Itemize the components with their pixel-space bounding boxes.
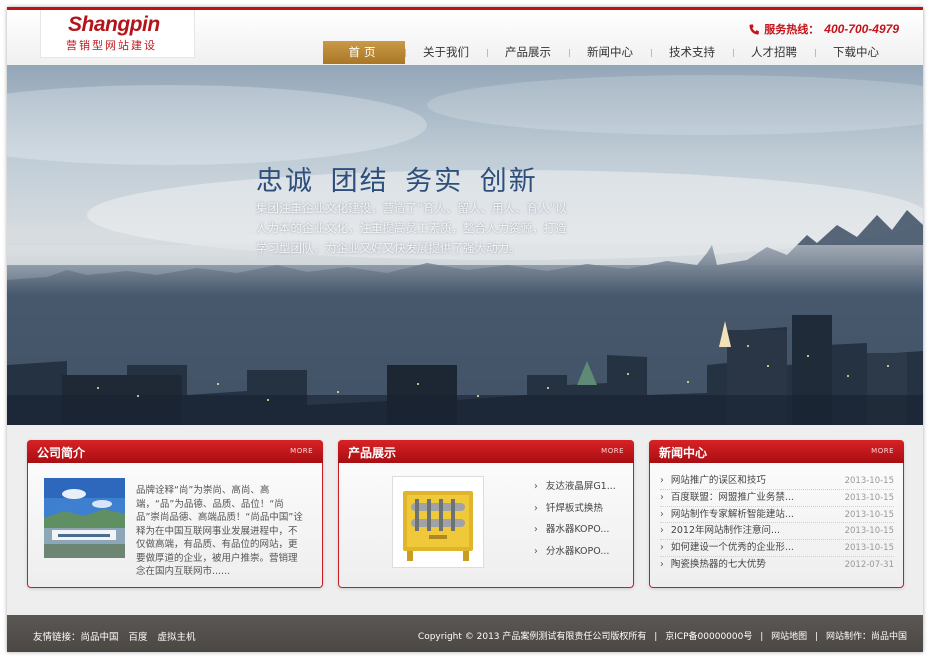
news-box: 新闻中心 MORE 网站推广的误区和技巧 2013-10-15 百度联盟：网盟推… — [649, 440, 904, 588]
nav-item-about[interactable]: 关于我们 — [405, 41, 487, 64]
friend-links: 友情链接： 尚品中国 百度 虚拟主机 — [33, 629, 196, 643]
banner-description: 集团注重企业文化建设，营造了“育人、留人、用人、育人”以人为本的企业文化，注重提… — [256, 201, 567, 255]
news-item-date: 2013-10-15 — [844, 509, 894, 520]
news-item-title[interactable]: 网站制作专家解析智能建站... — [660, 507, 794, 523]
icp-number[interactable]: 京ICP备00000000号 — [665, 632, 752, 642]
products-box-header: 产品展示 MORE — [338, 440, 634, 463]
divider: | — [654, 632, 658, 642]
hero-banner: 忠诚 团结 务实 创新 集团注重企业文化建设，营造了“育人、留人、用人、育人”以… — [7, 65, 923, 425]
logo-tagline: 营销型网站建设 — [66, 39, 157, 52]
news-item[interactable]: 网站制作专家解析智能建站... 2013-10-15 — [660, 507, 894, 524]
nav-item-support[interactable]: 技术支持 — [651, 41, 733, 64]
banner-slogan: 忠诚 团结 务实 创新 — [256, 166, 538, 197]
site-maker-link[interactable]: 网站制作：尚品中国 — [826, 632, 907, 642]
copyright: Copyright © 2013 产品案例测试有限责任公司版权所有 | 京ICP… — [418, 629, 907, 642]
product-photo[interactable] — [392, 476, 484, 568]
nav-item-careers[interactable]: 人才招聘 — [733, 41, 815, 64]
products-more-link[interactable]: MORE — [601, 447, 624, 455]
friend-link[interactable]: 百度 — [129, 629, 148, 643]
news-title: 新闻中心 — [659, 446, 708, 460]
products-box: 产品展示 MORE 友达液 — [338, 440, 634, 588]
intro-text: 品牌诠释“尚”为崇尚、高尚、高端，“品”为品德、品质、品位！“尚品”崇尚品德、高… — [136, 485, 303, 577]
intro-box-header: 公司简介 MORE — [27, 440, 323, 463]
product-item[interactable]: 分水器KOPO... — [534, 545, 616, 567]
product-list: 友达液晶屏G1... 钎焊板式换热 器水器KOPO... 分水器KOPO... — [534, 480, 616, 566]
news-item[interactable]: 如何建设一个优秀的企业形... 2013-10-15 — [660, 540, 894, 557]
news-item[interactable]: 百度联盟：网盟推广业务禁... 2013-10-15 — [660, 490, 894, 507]
divider: | — [760, 632, 764, 642]
news-item-date: 2013-10-15 — [844, 543, 894, 554]
nav-item-home[interactable]: 首页 — [323, 41, 405, 64]
nav-item-products[interactable]: 产品展示 — [487, 41, 569, 64]
page-frame: Shangpin 营销型网站建设 服务热线： 400-700-4979 首页 关… — [7, 7, 923, 652]
news-box-header: 新闻中心 MORE — [649, 440, 904, 463]
news-item-date: 2012-07-31 — [844, 559, 894, 570]
site-header: Shangpin 营销型网站建设 服务热线： 400-700-4979 首页 关… — [7, 10, 923, 65]
intro-more-link[interactable]: MORE — [290, 447, 313, 455]
content-area: 公司简介 MORE 品牌诠释“尚”为崇尚、高尚、高端，“品”为品德、品质、品位！… — [7, 425, 923, 615]
site-logo[interactable]: Shangpin 营销型网站建设 — [40, 10, 195, 58]
news-item-title[interactable]: 网站推广的误区和技巧 — [660, 473, 766, 489]
product-item[interactable]: 友达液晶屏G1... — [534, 480, 616, 502]
company-photo[interactable] — [44, 478, 125, 558]
logo-wordmark: Shangpin — [68, 13, 160, 36]
friend-link[interactable]: 尚品中国 — [81, 629, 119, 643]
hotline: 服务热线： 400-700-4979 — [749, 21, 899, 37]
nav-item-downloads[interactable]: 下载中心 — [815, 41, 897, 64]
news-item-date: 2013-10-15 — [844, 476, 894, 486]
products-title: 产品展示 — [348, 446, 397, 460]
phone-icon — [749, 24, 760, 35]
news-list: 网站推广的误区和技巧 2013-10-15 百度联盟：网盟推广业务禁... 20… — [660, 473, 894, 574]
intro-title: 公司简介 — [37, 446, 86, 460]
news-item[interactable]: 2012年网站制作注意问... 2013-10-15 — [660, 523, 894, 541]
news-item-title[interactable]: 陶瓷换热器的七大优势 — [660, 557, 766, 574]
divider: | — [815, 632, 819, 642]
news-item[interactable]: 陶瓷换热器的七大优势 2012-07-31 — [660, 557, 894, 574]
news-item[interactable]: 网站推广的误区和技巧 2013-10-15 — [660, 473, 894, 490]
product-item[interactable]: 钎焊板式换热 — [534, 502, 616, 524]
sitemap-link[interactable]: 网站地图 — [771, 632, 807, 642]
news-item-title[interactable]: 百度联盟：网盟推广业务禁... — [660, 490, 794, 506]
friend-link[interactable]: 虚拟主机 — [158, 629, 196, 643]
news-more-link[interactable]: MORE — [871, 447, 894, 455]
news-item-title[interactable]: 如何建设一个优秀的企业形... — [660, 540, 794, 556]
nav-item-news[interactable]: 新闻中心 — [569, 41, 651, 64]
hotline-label: 服务热线： — [764, 23, 820, 36]
copyright-text: Copyright © 2013 产品案例测试有限责任公司版权所有 — [417, 632, 647, 642]
news-item-date: 2013-10-15 — [844, 492, 894, 503]
intro-box: 公司简介 MORE 品牌诠释“尚”为崇尚、高尚、高端，“品”为品德、品质、品位！… — [27, 440, 323, 588]
friend-links-label: 友情链接： — [33, 632, 81, 643]
news-item-date: 2013-10-15 — [844, 526, 894, 537]
site-footer: 友情链接： 尚品中国 百度 虚拟主机 Copyright © 2013 产品案例… — [7, 615, 923, 652]
news-item-title[interactable]: 2012年网站制作注意问... — [660, 523, 780, 539]
product-item[interactable]: 器水器KOPO... — [534, 523, 616, 545]
main-nav: 首页 关于我们 产品展示 新闻中心 技术支持 人才招聘 下载中心 — [323, 41, 897, 64]
hotline-number: 400-700-4979 — [824, 22, 899, 36]
